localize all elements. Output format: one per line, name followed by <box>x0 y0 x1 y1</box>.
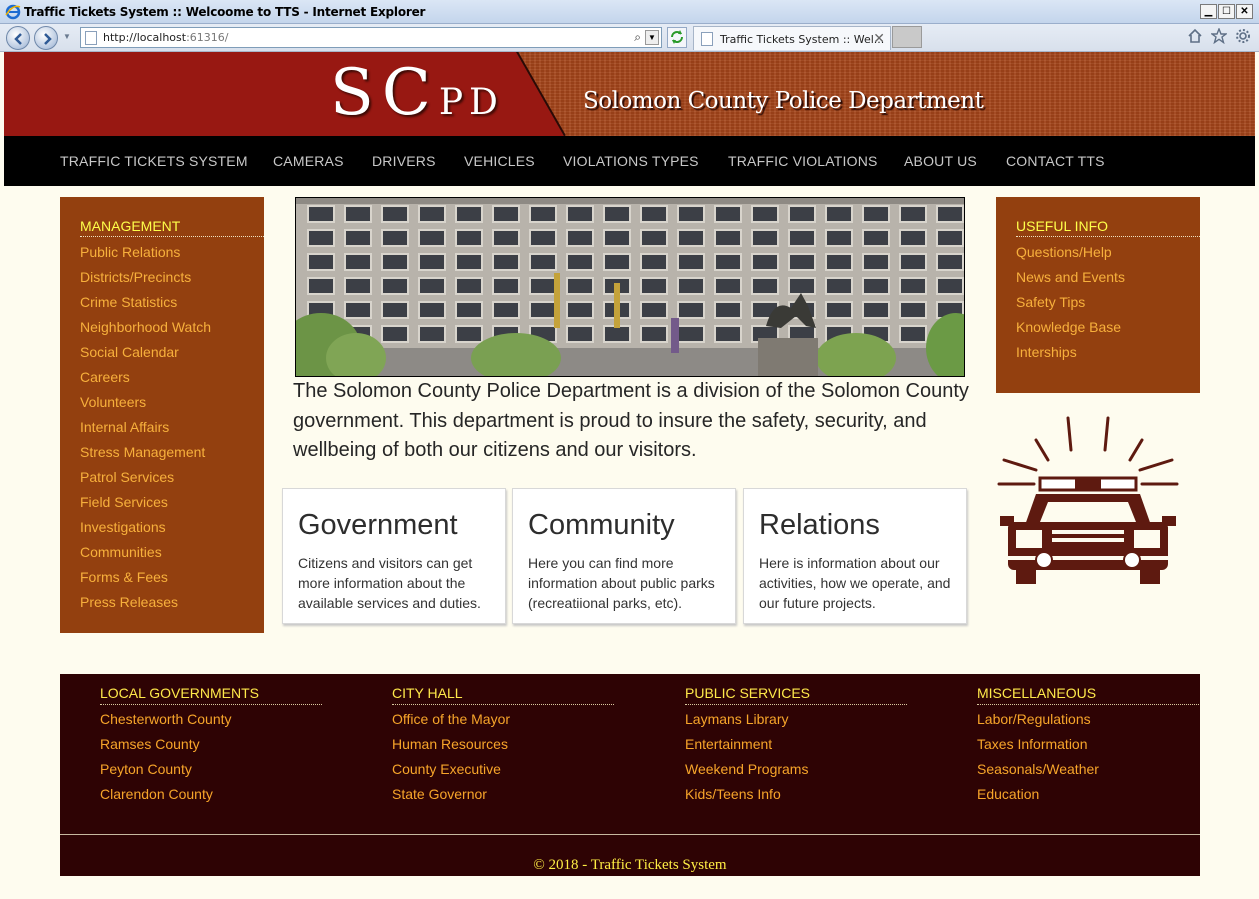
sidebar-link[interactable]: Volunteers <box>80 394 146 410</box>
sidebar-link[interactable]: Stress Management <box>80 444 205 460</box>
sidebar-link[interactable]: Questions/Help <box>1016 244 1112 260</box>
back-button[interactable] <box>6 26 30 50</box>
sidebar-link[interactable]: News and Events <box>1016 269 1125 285</box>
minimize-button[interactable]: ▁ <box>1200 4 1217 19</box>
site-header: SCPD Solomon County Police Department <box>4 52 1255 136</box>
footer-link[interactable]: Taxes Information <box>977 736 1088 752</box>
forward-arrow-icon <box>44 33 52 45</box>
footer-link[interactable]: Chesterworth County <box>100 711 232 727</box>
new-tab-button[interactable] <box>892 26 922 48</box>
sidebar-link[interactable]: Public Relations <box>80 244 180 260</box>
site-footer: LOCAL GOVERNMENTS Chesterworth County Ra… <box>60 674 1200 876</box>
card-body: Here you can find more information about… <box>528 555 715 611</box>
intro-paragraph: The Solomon County Police Department is … <box>293 380 969 461</box>
footer-link[interactable]: Labor/Regulations <box>977 711 1091 727</box>
forward-button[interactable] <box>34 26 58 50</box>
search-icon[interactable]: ⌕ <box>634 30 641 45</box>
sidebar-link[interactable]: Safety Tips <box>1016 294 1085 310</box>
card-title: Relations <box>759 509 880 541</box>
browser-tab[interactable]: Traffic Tickets System :: Wel... ✕ <box>693 26 891 50</box>
footer-link[interactable]: Clarendon County <box>100 786 213 802</box>
sidebar-link[interactable]: Press Releases <box>80 594 178 610</box>
scpd-logo[interactable]: SCPD <box>330 56 504 130</box>
footer-link[interactable]: Education <box>977 786 1039 802</box>
footer-link[interactable]: Kids/Teens Info <box>685 786 781 802</box>
footer-link[interactable]: Seasonals/Weather <box>977 761 1099 777</box>
nav-vehicles[interactable]: VEHICLES <box>464 153 535 169</box>
footer-link[interactable]: Human Resources <box>392 736 508 752</box>
nav-traffic-violations[interactable]: TRAFFIC VIOLATIONS <box>728 153 878 169</box>
sidebar-link[interactable]: Neighborhood Watch <box>80 319 211 335</box>
nav-cameras[interactable]: CAMERAS <box>273 153 344 169</box>
window-titlebar: Traffic Tickets System :: Welcoome to TT… <box>0 0 1259 24</box>
nav-drivers[interactable]: DRIVERS <box>372 153 436 169</box>
copyright-text: © 2018 - Traffic Tickets System <box>533 857 727 873</box>
card-body: Here is information about our activities… <box>759 555 951 611</box>
sidebar-link[interactable]: Patrol Services <box>80 469 174 485</box>
useful-info-title: USEFUL INFO <box>1016 218 1109 234</box>
footer-col-title: LOCAL GOVERNMENTS <box>100 685 259 701</box>
nav-about-us[interactable]: ABOUT US <box>904 153 977 169</box>
footer-link[interactable]: State Governor <box>392 786 487 802</box>
sidebar-link[interactable]: Crime Statistics <box>80 294 177 310</box>
relations-card[interactable]: Relations Here is information about our … <box>743 488 967 624</box>
gear-icon[interactable] <box>1235 28 1251 44</box>
management-title: MANAGEMENT <box>80 218 181 234</box>
history-dropdown-icon[interactable]: ▼ <box>63 32 71 41</box>
page-icon <box>85 31 97 45</box>
nav-traffic-tickets-system[interactable]: TRAFFIC TICKETS SYSTEM <box>60 153 248 169</box>
address-toolbar: ▼ http://localhost:61316/ ⌕ ▼ Traffic Ti… <box>0 24 1259 52</box>
footer-link[interactable]: Entertainment <box>685 736 772 752</box>
tab-title: Traffic Tickets System :: Wel... <box>720 33 885 46</box>
footer-col-title: MISCELLANEOUS <box>977 685 1097 701</box>
close-window-button[interactable]: ✕ <box>1236 4 1253 19</box>
card-body: Citizens and visitors can get more infor… <box>298 555 481 611</box>
sidebar-link[interactable]: Forms & Fees <box>80 569 168 585</box>
sidebar-link[interactable]: Communities <box>80 544 162 560</box>
community-card[interactable]: Community Here you can find more informa… <box>512 488 736 624</box>
main-nav: TRAFFIC TICKETS SYSTEM CAMERAS DRIVERS V… <box>4 136 1255 186</box>
nav-contact-tts[interactable]: CONTACT TTS <box>1006 153 1105 169</box>
sidebar-link[interactable]: Investigations <box>80 519 166 535</box>
footer-link[interactable]: Peyton County <box>100 761 192 777</box>
card-title: Community <box>528 509 675 541</box>
building-banner-image <box>295 197 965 377</box>
address-dropdown-button[interactable]: ▼ <box>645 30 659 45</box>
sidebar-link[interactable]: Field Services <box>80 494 168 510</box>
sidebar-link[interactable]: Internal Affairs <box>80 419 169 435</box>
address-bar[interactable]: http://localhost:61316/ ⌕ ▼ <box>80 27 662 48</box>
nav-violations-types[interactable]: VIOLATIONS TYPES <box>563 153 699 169</box>
footer-link[interactable]: Ramses County <box>100 736 200 752</box>
card-title: Government <box>298 509 458 541</box>
footer-col-title: PUBLIC SERVICES <box>685 685 811 701</box>
footer-link[interactable]: Laymans Library <box>685 711 789 727</box>
refresh-icon <box>671 30 683 44</box>
sidebar-link[interactable]: Careers <box>80 369 130 385</box>
police-car-icon <box>997 416 1179 584</box>
web-page: SCPD Solomon County Police Department TR… <box>4 52 1255 896</box>
window-title: Traffic Tickets System :: Welcoome to TT… <box>24 5 426 19</box>
department-name: Solomon County Police Department <box>583 88 984 114</box>
sidebar-link[interactable]: Knowledge Base <box>1016 319 1121 335</box>
star-icon[interactable] <box>1211 28 1227 44</box>
maximize-button[interactable]: ☐ <box>1218 4 1235 19</box>
sidebar-link[interactable]: Social Calendar <box>80 344 179 360</box>
footer-link[interactable]: County Executive <box>392 761 501 777</box>
footer-col-title: CITY HALL <box>392 685 463 701</box>
internet-explorer-icon <box>5 4 21 20</box>
url-text[interactable]: http://localhost:61316/ <box>103 31 228 44</box>
tab-page-icon <box>701 32 713 46</box>
government-card[interactable]: Government Citizens and visitors can get… <box>282 488 506 624</box>
footer-link[interactable]: Weekend Programs <box>685 761 808 777</box>
refresh-button[interactable] <box>667 27 687 48</box>
footer-link[interactable]: Office of the Mayor <box>392 711 510 727</box>
sidebar-link[interactable]: Districts/Precincts <box>80 269 191 285</box>
back-arrow-icon <box>14 33 22 45</box>
home-icon[interactable] <box>1187 28 1203 44</box>
tab-close-icon[interactable]: ✕ <box>873 30 885 47</box>
useful-info-sidebar: USEFUL INFO Questions/Help News and Even… <box>996 197 1200 393</box>
sidebar-link[interactable]: Interships <box>1016 344 1077 360</box>
management-sidebar: MANAGEMENT Public Relations Districts/Pr… <box>60 197 264 633</box>
